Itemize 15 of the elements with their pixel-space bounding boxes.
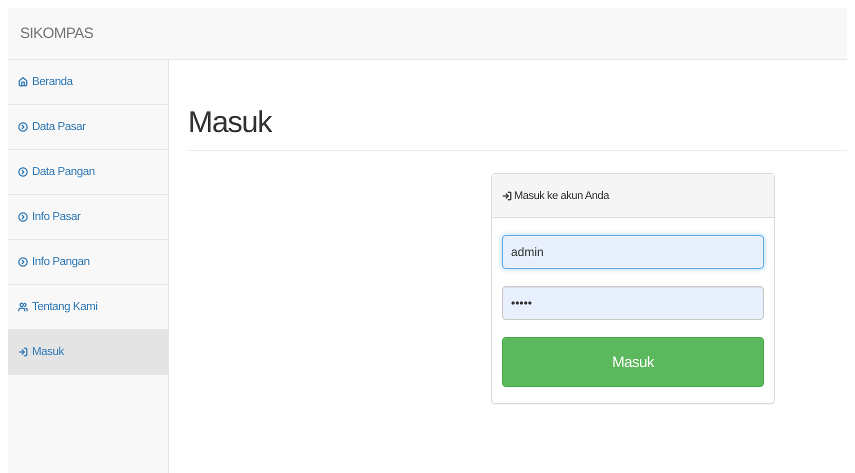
login-icon — [18, 347, 28, 357]
panel-heading: Masuk ke akun Anda — [514, 190, 609, 202]
chevron-circle-icon — [18, 257, 28, 267]
login-icon — [502, 190, 512, 200]
brand-link[interactable]: SIKOMPAS — [20, 25, 94, 42]
page-title: Masuk — [188, 106, 847, 151]
sidebar-item[interactable]: Masuk — [8, 330, 168, 375]
chevron-circle-icon — [18, 122, 28, 132]
home-icon — [18, 77, 28, 87]
password-field[interactable]: ••••• — [502, 286, 764, 320]
users-icon — [18, 302, 28, 312]
chevron-circle-icon — [18, 167, 28, 177]
chevron-circle-icon — [18, 212, 28, 222]
submit-button[interactable]: Masuk — [502, 337, 764, 387]
username-field[interactable]: admin — [502, 235, 764, 269]
